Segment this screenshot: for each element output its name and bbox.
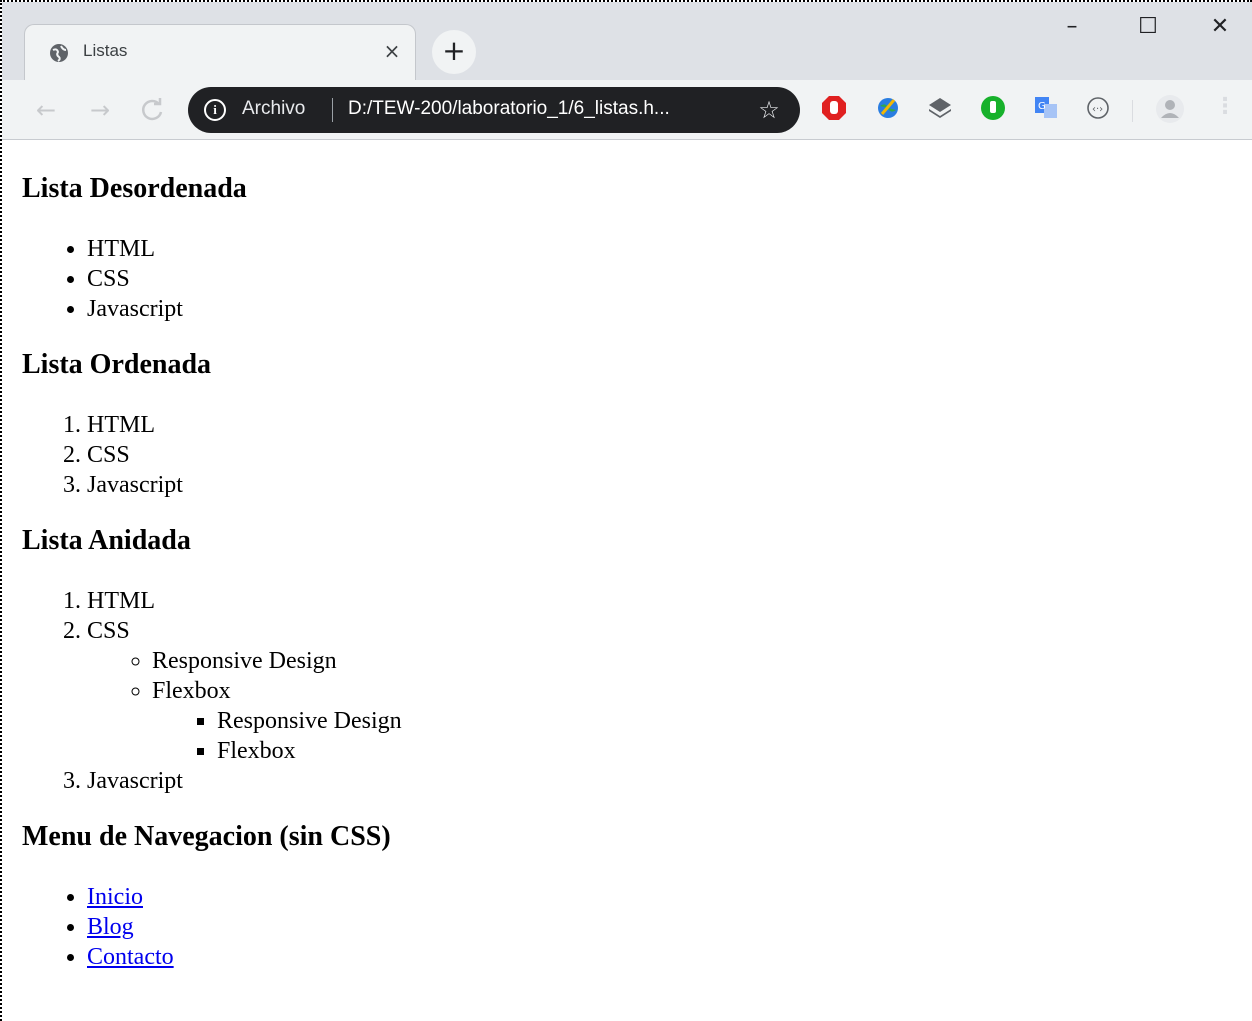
list-item: Responsive Design	[217, 706, 1252, 736]
adblock-icon[interactable]	[820, 94, 848, 122]
address-separator	[332, 98, 333, 122]
list-item-label: Flexbox	[152, 678, 231, 704]
list-item: Flexbox	[217, 736, 1252, 766]
page-content: Lista Desordenada HTML CSS Javascript Li…	[2, 141, 1252, 1021]
profile-avatar-icon[interactable]	[1155, 94, 1185, 124]
svg-text:G: G	[1038, 101, 1046, 112]
svg-text:‹·›: ‹·›	[1092, 104, 1103, 115]
list-item: Javascript	[87, 766, 1252, 796]
list-item: HTML	[87, 410, 1252, 440]
title-bar: Listas × + – ☐ ✕	[2, 2, 1252, 80]
nav-link-inicio[interactable]: Inicio	[87, 884, 143, 910]
ordered-list: HTML CSS Javascript	[22, 410, 1252, 500]
nav-item: Contacto	[87, 942, 1252, 972]
toolbar-separator	[1132, 100, 1133, 122]
nested-subsublist: Responsive Design Flexbox	[152, 706, 1252, 766]
heading-unordered: Lista Desordenada	[22, 173, 247, 204]
nested-sublist: Responsive Design Flexbox Responsive Des…	[87, 646, 1252, 766]
list-item-label: CSS	[87, 618, 130, 644]
nav-link-blog[interactable]: Blog	[87, 914, 134, 940]
tab-close-icon[interactable]: ×	[380, 39, 404, 63]
info-icon[interactable]: i	[204, 99, 226, 121]
layers-extension-icon[interactable]	[926, 94, 954, 122]
minimize-button[interactable]: –	[1052, 12, 1092, 42]
list-item: Flexbox Responsive Design Flexbox	[152, 676, 1252, 766]
code-extension-icon[interactable]: ‹·›	[1084, 94, 1112, 122]
nav-menu: Inicio Blog Contacto	[22, 882, 1252, 972]
nested-list: HTML CSS Responsive Design Flexbox Respo…	[22, 586, 1252, 796]
globe-icon	[50, 44, 68, 62]
unordered-list: HTML CSS Javascript	[22, 234, 1252, 324]
heading-nested: Lista Anidada	[22, 525, 191, 556]
reload-glyph	[141, 98, 163, 121]
translate-icon[interactable]: G	[1032, 94, 1060, 122]
list-item: HTML	[87, 234, 1252, 264]
back-icon[interactable]: ←	[30, 94, 62, 126]
list-item: Javascript	[87, 294, 1252, 324]
maximize-button[interactable]: ☐	[1128, 12, 1168, 42]
list-item: Javascript	[87, 470, 1252, 500]
browser-menu-icon[interactable]: ⋮	[1214, 94, 1236, 124]
heading-ordered: Lista Ordenada	[22, 349, 212, 380]
url-text[interactable]: D:/TEW-200/laboratorio_1/6_listas.h...	[348, 98, 670, 120]
globe-extension-icon[interactable]	[874, 94, 902, 122]
site-info-label[interactable]: Archivo	[242, 98, 305, 120]
bookmark-star-icon[interactable]: ☆	[754, 95, 784, 125]
nav-item: Inicio	[87, 882, 1252, 912]
new-tab-button[interactable]: +	[432, 30, 476, 74]
tab-listas[interactable]: Listas ×	[24, 24, 416, 80]
tab-title: Listas	[83, 41, 128, 60]
nav-item: Blog	[87, 912, 1252, 942]
list-item: CSS	[87, 440, 1252, 470]
list-item: HTML	[87, 586, 1252, 616]
list-item: CSS	[87, 264, 1252, 294]
list-item: CSS Responsive Design Flexbox Responsive…	[87, 616, 1252, 766]
nav-link-contacto[interactable]: Contacto	[87, 944, 174, 970]
heading-nav: Menu de Navegacion (sin CSS)	[22, 821, 391, 852]
close-window-button[interactable]: ✕	[1200, 12, 1240, 42]
list-item: Responsive Design	[152, 646, 1252, 676]
address-bar[interactable]: i Archivo D:/TEW-200/laboratorio_1/6_lis…	[188, 87, 800, 133]
browser-window: Listas × + – ☐ ✕ ← → i Archivo D:/TEW-20…	[0, 0, 1252, 1021]
forward-icon[interactable]: →	[84, 94, 116, 126]
reload-icon[interactable]	[136, 94, 168, 126]
hand-extension-icon[interactable]	[979, 94, 1007, 122]
browser-toolbar: ← → i Archivo D:/TEW-200/laboratorio_1/6…	[2, 80, 1252, 140]
